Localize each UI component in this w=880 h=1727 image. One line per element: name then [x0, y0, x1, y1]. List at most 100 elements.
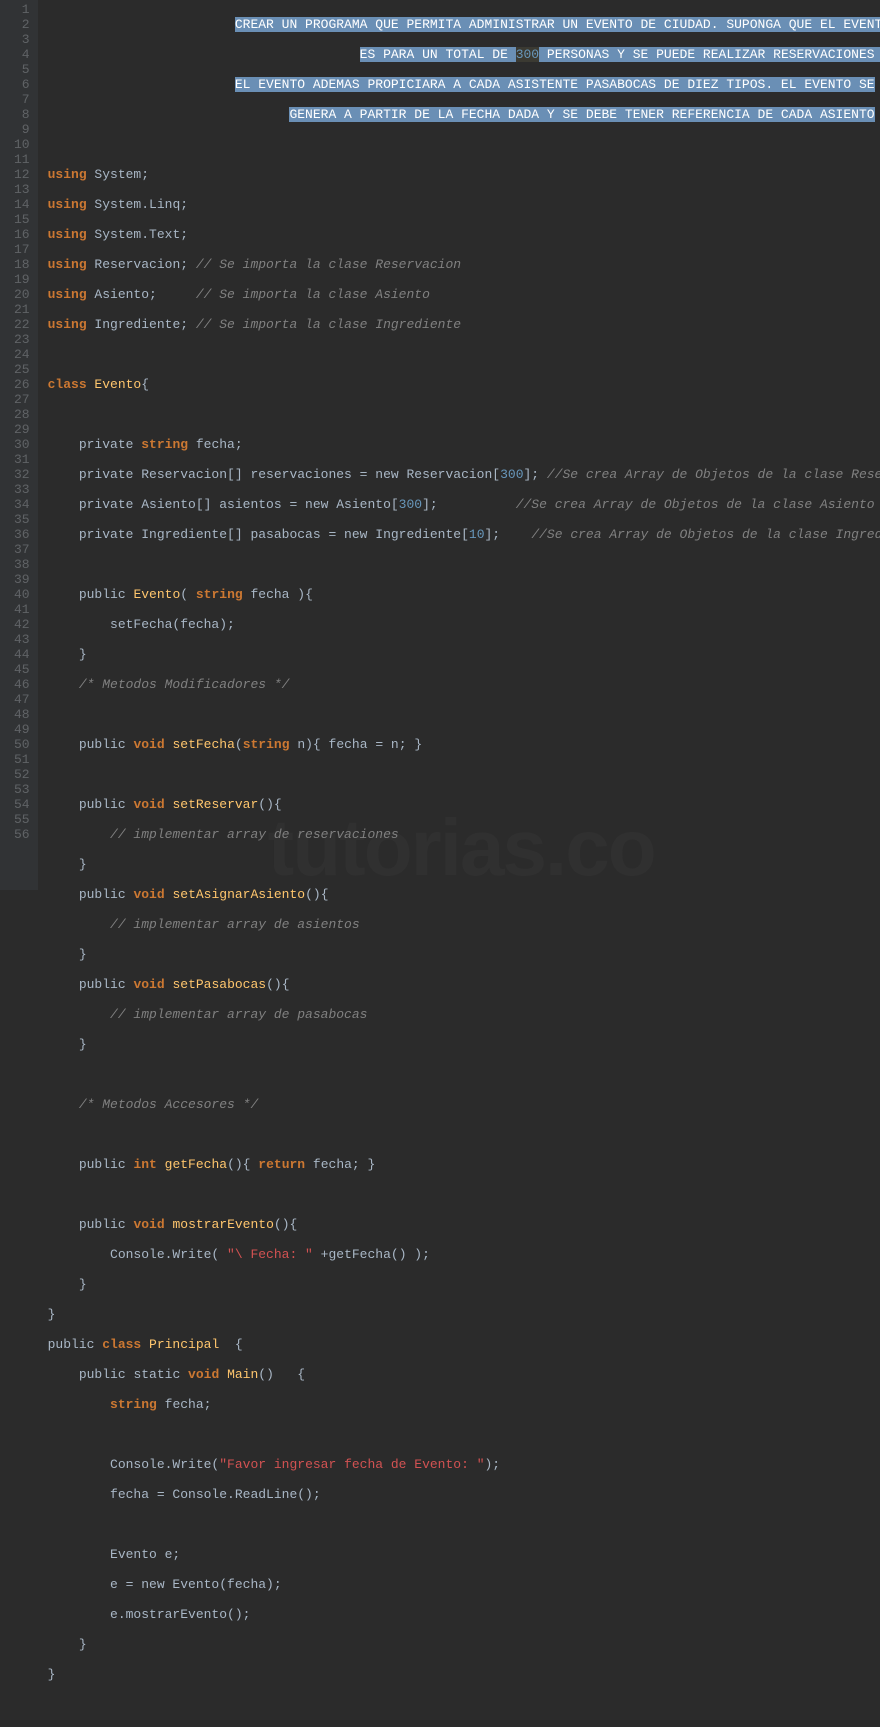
line-number: 23 — [14, 332, 30, 347]
keyword-class: class — [102, 1337, 149, 1352]
kw-public: public — [48, 1367, 134, 1382]
line-number: 12 — [14, 167, 30, 182]
line-number: 53 — [14, 782, 30, 797]
line-number: 39 — [14, 572, 30, 587]
empty-sig: (){ — [258, 797, 281, 812]
line-number: 38 — [14, 557, 30, 572]
mostrar-body-b: +getFecha() ); — [313, 1247, 430, 1262]
line-number: 43 — [14, 632, 30, 647]
field-fecha: fecha; — [188, 437, 243, 452]
ctor-sig-a: ( — [180, 587, 196, 602]
line-number: 14 — [14, 197, 30, 212]
new-evento: e = new Evento(fecha); — [48, 1577, 282, 1592]
line-number: 46 — [14, 677, 30, 692]
ns-linq: System.Linq; — [87, 197, 188, 212]
line-number: 3 — [14, 32, 30, 47]
field-reserv-a: private Reservacion[] reservaciones = ne… — [48, 467, 500, 482]
comment-header-3: EL EVENTO ADEMAS PROPICIARA A CADA ASIST… — [235, 77, 875, 92]
line-number: 8 — [14, 107, 30, 122]
empty-sig: (){ — [266, 977, 289, 992]
ns-ingrediente: Ingrediente; — [87, 317, 196, 332]
field-asiento-b: ]; — [422, 497, 516, 512]
method-setasignar: setAsignarAsiento — [172, 887, 305, 902]
line-number: 45 — [14, 662, 30, 677]
evento-e: Evento e; — [48, 1547, 181, 1562]
console-write-end: ); — [485, 1457, 501, 1472]
field-ingred-b: ]; — [485, 527, 532, 542]
ns-asiento: Asiento; — [87, 287, 196, 302]
line-number: 4 — [14, 47, 30, 62]
comment-header-4: GENERA A PARTIR DE LA FECHA DADA Y SE DE… — [289, 107, 874, 122]
kw-static: static — [133, 1367, 188, 1382]
line-number-gutter: 1234567891011121314151617181920212223242… — [0, 0, 38, 890]
line-number: 7 — [14, 92, 30, 107]
class-principal: Principal — [149, 1337, 219, 1352]
console-write: Console.Write( — [48, 1457, 220, 1472]
mostrar-body-a: Console.Write( — [48, 1247, 227, 1262]
line-number: 52 — [14, 767, 30, 782]
type-string: string — [196, 587, 243, 602]
e-mostrar: e.mostrarEvento(); — [48, 1607, 251, 1622]
type-void: void — [133, 887, 164, 902]
comment-header-num: 300 — [516, 47, 539, 62]
line-number: 41 — [14, 602, 30, 617]
type-void: void — [133, 1217, 164, 1232]
main-fecha-decl: fecha; — [157, 1397, 212, 1412]
string-favor: "Favor ingresar fecha de Evento: " — [219, 1457, 484, 1472]
ctor-sig-b: fecha ){ — [243, 587, 313, 602]
kw-public: public — [48, 737, 134, 752]
line-number: 49 — [14, 722, 30, 737]
kw-public: public — [48, 1337, 103, 1352]
main-close: } — [48, 1637, 87, 1652]
brace-close: } — [48, 857, 87, 872]
keyword-using: using — [48, 227, 87, 242]
comment-header-2b: PERSONAS Y SE PUEDE REALIZAR RESERVACION… — [539, 47, 880, 62]
brace-close: } — [48, 947, 87, 962]
comment-arr-ingred: //Se crea Array de Objetos de la clase I… — [531, 527, 880, 542]
line-number: 42 — [14, 617, 30, 632]
getfecha-body: (){ — [227, 1157, 258, 1172]
code-editor[interactable]: 1234567891011121314151617181920212223242… — [0, 0, 880, 890]
line-number: 16 — [14, 227, 30, 242]
kw-public: public — [48, 1157, 134, 1172]
line-number: 11 — [14, 152, 30, 167]
main-indent — [48, 1397, 110, 1412]
comment-arr-reserv: //Se crea Array de Objetos de la clase R… — [547, 467, 880, 482]
line-number: 44 — [14, 647, 30, 662]
method-getfecha: getFecha — [165, 1157, 227, 1172]
line-number: 48 — [14, 707, 30, 722]
line-number: 32 — [14, 467, 30, 482]
type-void: void — [133, 797, 164, 812]
type-string: string — [243, 737, 290, 752]
type-void: void — [188, 1367, 219, 1382]
field-ingred-a: private Ingrediente[] pasabocas = new In… — [48, 527, 469, 542]
comment-impl-pas: // implementar array de pasabocas — [48, 1007, 368, 1022]
comment-header-2a: ES PARA UN TOTAL DE — [360, 47, 516, 62]
comment-arr-asiento: //Se crea Array de Objetos de la clase A… — [516, 497, 875, 512]
ns-system: System; — [87, 167, 149, 182]
line-number: 27 — [14, 392, 30, 407]
string-fecha: "\ Fecha: " — [227, 1247, 313, 1262]
setfecha-sig-b: n){ fecha = n; } — [290, 737, 423, 752]
keyword-using: using — [48, 257, 87, 272]
comment-import-reserv: // Se importa la clase Reservacion — [196, 257, 461, 272]
line-number: 56 — [14, 827, 30, 842]
keyword-return: return — [258, 1157, 305, 1172]
comment-import-asiento: // Se importa la clase Asiento — [196, 287, 430, 302]
field-reserv-b: ]; — [524, 467, 547, 482]
line-number: 20 — [14, 287, 30, 302]
ctor-evento: Evento — [133, 587, 180, 602]
comment-impl-reserv: // implementar array de reservaciones — [48, 827, 399, 842]
num-10: 10 — [469, 527, 485, 542]
kw-public: public — [48, 1217, 134, 1232]
line-number: 54 — [14, 797, 30, 812]
code-area[interactable]: CREAR UN PROGRAMA QUE PERMITA ADMINISTRA… — [38, 0, 880, 890]
line-number: 6 — [14, 77, 30, 92]
keyword-using: using — [48, 197, 87, 212]
line-number: 51 — [14, 752, 30, 767]
type-void: void — [133, 737, 164, 752]
line-number: 25 — [14, 362, 30, 377]
kw-public: public — [48, 587, 134, 602]
keyword-class: class — [48, 377, 95, 392]
line-number: 50 — [14, 737, 30, 752]
